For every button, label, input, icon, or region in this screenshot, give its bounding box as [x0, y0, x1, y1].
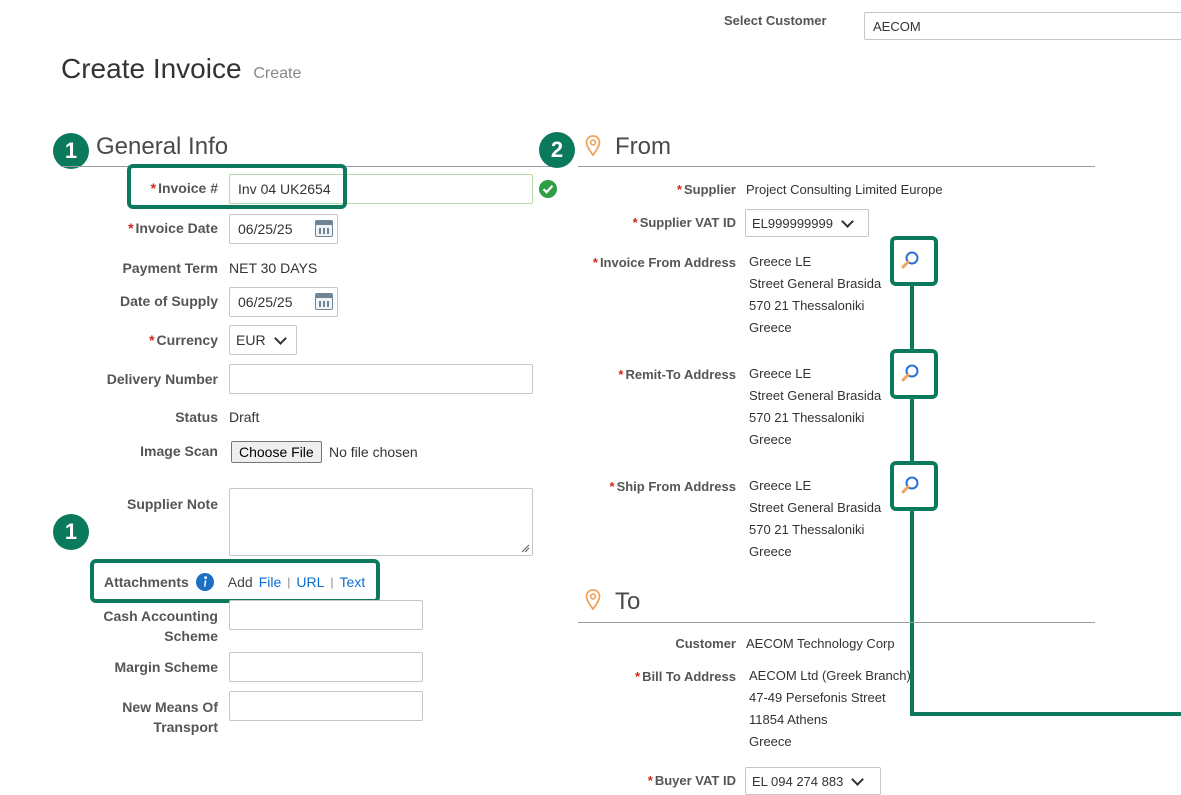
delivery-number-label: Delivery Number [106, 371, 218, 387]
buyer-vat-select[interactable]: EL 094 274 883 [745, 767, 881, 795]
supplier-vat-select[interactable]: EL999999999 [745, 209, 869, 237]
image-scan-label: Image Scan [140, 443, 218, 459]
new-means-input[interactable] [229, 691, 423, 721]
customer-label: Customer [675, 636, 736, 651]
buyer-vat-label: * Buyer VAT ID [647, 773, 736, 788]
supplier-note-label: Supplier Note [126, 496, 218, 512]
delivery-number-input[interactable] [229, 364, 533, 394]
bill-to-label: * Bill To Address [635, 669, 736, 684]
chevron-down-icon [273, 331, 287, 345]
chevron-down-icon [841, 214, 854, 228]
select-customer-field[interactable]: AECOM [864, 12, 1181, 40]
attachments-highlight [90, 559, 380, 603]
to-divider [578, 622, 1095, 623]
select-customer-value: AECOM [873, 18, 921, 34]
supplier-note-textarea[interactable] [229, 488, 533, 556]
margin-scheme-input[interactable] [229, 652, 423, 682]
payment-term-label: Payment Term [122, 260, 218, 276]
step-badge-2: 2 [539, 132, 575, 168]
location-pin-icon [585, 589, 601, 611]
page-title: Create Invoice Create [61, 53, 301, 85]
no-file-text: No file chosen [329, 444, 418, 460]
to-title: To [615, 588, 641, 615]
step-badge-1: 1 [53, 133, 89, 169]
payment-term-value: NET 30 DAYS [229, 260, 318, 276]
page-title-text: Create Invoice [61, 53, 242, 84]
margin-scheme-label: Margin Scheme [114, 659, 218, 675]
choose-file-button[interactable]: Choose File [231, 441, 322, 463]
status-label: Status [175, 409, 218, 425]
from-title: From [615, 133, 671, 160]
valid-check-icon [539, 180, 557, 198]
date-of-supply-value: 06/25/25 [238, 294, 293, 310]
bill-to-address: AECOM Ltd (Greek Branch) 47-49 Persefonis… [749, 668, 911, 749]
new-means-label: New Means Of Transport [122, 699, 218, 735]
search-icon[interactable] [899, 249, 921, 271]
chevron-down-icon [851, 772, 865, 786]
select-customer-label: Select Customer [724, 13, 827, 28]
ship-from-address: Greece LE Street General Brasida 570 21 Th… [749, 478, 882, 559]
cash-accounting-input[interactable] [229, 600, 423, 630]
calendar-icon[interactable] [315, 220, 333, 237]
supplier-vat-label: * Supplier VAT ID [632, 215, 736, 230]
customer-value: AECOM Technology Corp [746, 636, 895, 651]
status-value: Draft [229, 409, 260, 425]
invoice-date-label: * Invoice Date [128, 220, 218, 236]
currency-value: EUR [236, 332, 266, 348]
invoice-from-address: Greece LE Street General Brasida 570 21 Th… [749, 254, 882, 335]
supplier-label: * Supplier [676, 182, 736, 197]
invoice-date-value: 06/25/25 [238, 221, 293, 237]
remit-to-label: * Remit-To Address [618, 367, 736, 382]
currency-select[interactable]: EUR [229, 325, 297, 355]
supplier-vat-value: EL999999999 [752, 215, 833, 231]
general-info-title: General Info [96, 133, 229, 160]
search-icon[interactable] [899, 474, 921, 496]
supplier-value: Project Consulting Limited Europe [746, 182, 943, 197]
page-subtitle: Create [253, 65, 302, 82]
step-badge-1-attachments: 1 [53, 514, 89, 550]
invoice-from-label: * Invoice From Address [592, 255, 736, 270]
connector-line [910, 712, 1181, 716]
resize-handle-icon[interactable] [520, 543, 530, 553]
currency-label: * Currency [149, 332, 218, 348]
cash-accounting-label: Cash Accounting Scheme [103, 608, 218, 644]
location-pin-icon [585, 135, 601, 157]
buyer-vat-value: EL 094 274 883 [752, 773, 844, 789]
search-icon[interactable] [899, 362, 921, 384]
from-divider [578, 166, 1095, 167]
calendar-icon[interactable] [315, 293, 333, 310]
invoice-number-highlight [127, 164, 347, 209]
remit-to-address: Greece LE Street General Brasida 570 21 Th… [749, 366, 882, 447]
ship-from-label: * Ship From Address [609, 479, 737, 494]
date-of-supply-label: Date of Supply [119, 293, 218, 309]
